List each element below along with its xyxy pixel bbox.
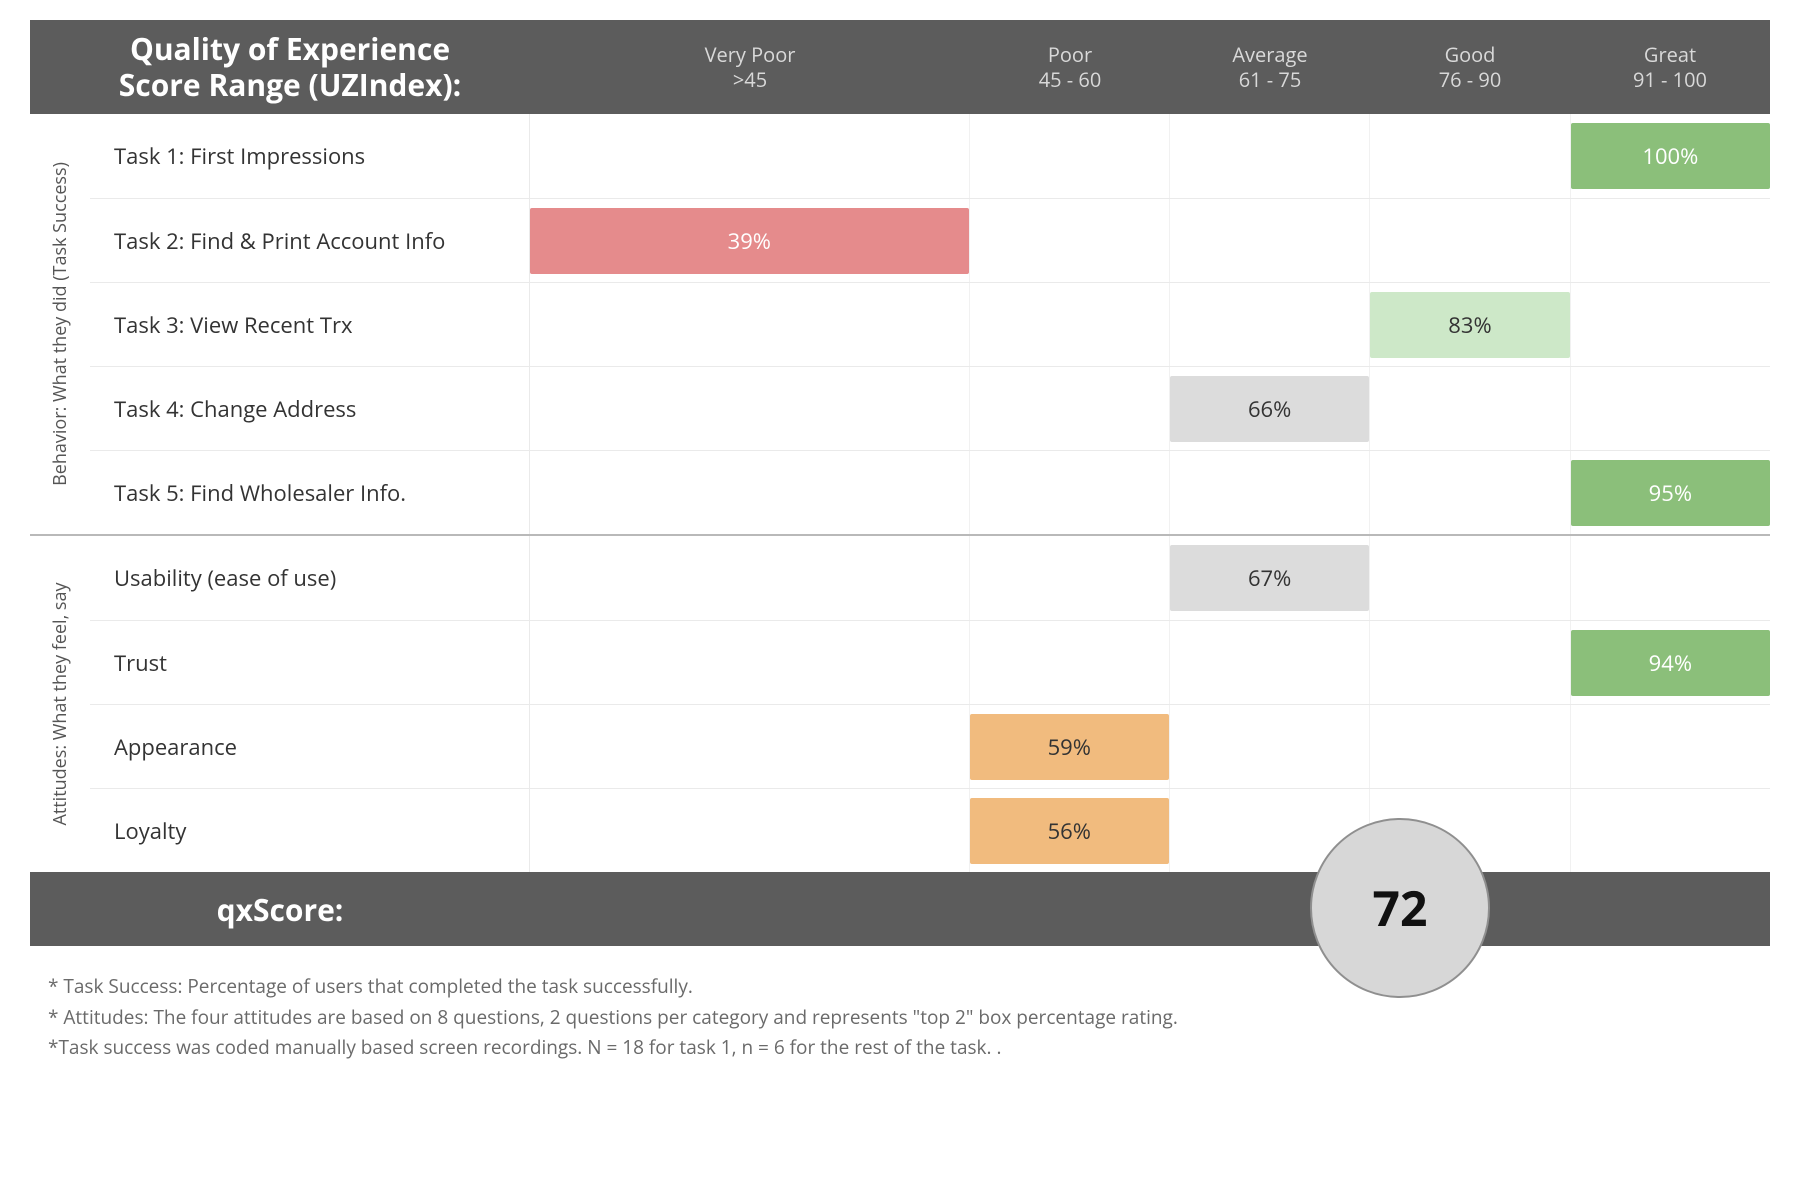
row-label: Task 4: Change Address xyxy=(90,367,530,450)
footnote: *Task success was coded manually based s… xyxy=(48,1033,1770,1062)
table-row: Loyalty 56% xyxy=(90,788,1770,872)
footnotes: * Task Success: Percentage of users that… xyxy=(30,972,1770,1062)
tick-very-poor: Very Poor >45 xyxy=(530,20,970,114)
footnote: * Task Success: Percentage of users that… xyxy=(48,972,1770,1001)
section-behavior: Behavior: What they did (Task Success) T… xyxy=(30,114,1770,534)
table-row: Appearance 59% xyxy=(90,704,1770,788)
row-label: Task 3: View Recent Trx xyxy=(90,283,530,366)
row-label: Loyalty xyxy=(90,789,530,872)
table-row: Task 1: First Impressions 100% xyxy=(90,114,1770,198)
score-axis: Very Poor >45 Poor 45 - 60 Average 61 - … xyxy=(530,20,1770,114)
qxscore-value-circle: 72 xyxy=(1310,818,1490,998)
section-attitudes: Attitudes: What they feel, say Usability… xyxy=(30,534,1770,872)
row-label: Appearance xyxy=(90,705,530,788)
tick-great: Great 91 - 100 xyxy=(1570,20,1770,114)
table-row: Task 4: Change Address 66% xyxy=(90,366,1770,450)
score-pill: 100% xyxy=(1571,123,1770,189)
uzindex-scorecard: Quality of Experience Score Range (UZInd… xyxy=(0,0,1800,1074)
row-label: Usability (ease of use) xyxy=(90,536,530,620)
tick-poor: Poor 45 - 60 xyxy=(970,20,1170,114)
table-row: Task 5: Find Wholesaler Info. 95% xyxy=(90,450,1770,534)
row-label: Task 1: First Impressions xyxy=(90,114,530,198)
table-row: Task 2: Find & Print Account Info 39% xyxy=(90,198,1770,282)
side-label-attitudes: Attitudes: What they feel, say xyxy=(30,536,90,872)
table-row: Task 3: View Recent Trx 83% xyxy=(90,282,1770,366)
score-pill: 39% xyxy=(530,208,969,274)
header-title: Quality of Experience Score Range (UZInd… xyxy=(30,25,530,109)
header-title-line1: Quality of Experience xyxy=(70,31,510,67)
behavior-rows: Task 1: First Impressions 100% Task 2: F… xyxy=(90,114,1770,534)
header-title-line2: Score Range (UZIndex): xyxy=(70,67,510,103)
row-label: Task 5: Find Wholesaler Info. xyxy=(90,451,530,534)
attitudes-rows: Usability (ease of use) 67% Trust 94% xyxy=(90,536,1770,872)
score-pill: 67% xyxy=(1170,545,1369,611)
score-pill: 66% xyxy=(1170,376,1369,442)
tick-average: Average 61 - 75 xyxy=(1170,20,1370,114)
side-label-behavior: Behavior: What they did (Task Success) xyxy=(30,114,90,534)
row-label: Task 2: Find & Print Account Info xyxy=(90,199,530,282)
table-row: Usability (ease of use) 67% xyxy=(90,536,1770,620)
tick-good: Good 76 - 90 xyxy=(1370,20,1570,114)
score-pill: 94% xyxy=(1571,630,1770,696)
header-bar: Quality of Experience Score Range (UZInd… xyxy=(30,20,1770,114)
qxscore-value: 72 xyxy=(1373,876,1428,941)
qxscore-bar: qxScore: 72 xyxy=(30,872,1770,946)
score-pill: 95% xyxy=(1571,460,1770,526)
score-pill: 59% xyxy=(970,714,1169,780)
score-pill: 56% xyxy=(970,798,1169,864)
footnote: * Attitudes: The four attitudes are base… xyxy=(48,1003,1770,1032)
score-pill: 83% xyxy=(1370,292,1569,358)
row-label: Trust xyxy=(90,621,530,704)
qxscore-label: qxScore: xyxy=(30,889,530,930)
table-row: Trust 94% xyxy=(90,620,1770,704)
